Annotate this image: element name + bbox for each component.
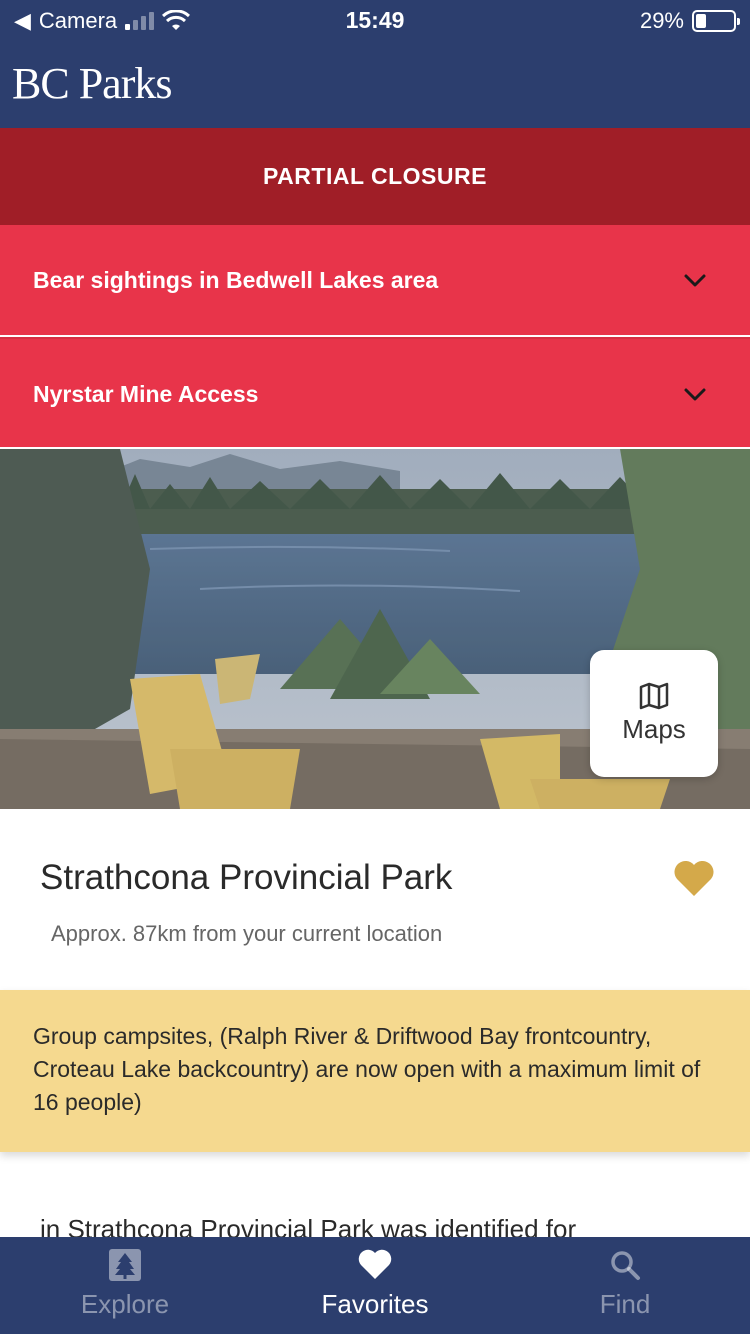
- chevron-down-icon: [684, 388, 706, 401]
- status-bar: ◀ Camera 15:49 29%: [0, 0, 750, 40]
- app-header: ◀ Camera 15:49 29% BC Parks: [0, 0, 750, 128]
- tab-favorites[interactable]: Favorites: [250, 1237, 500, 1334]
- maps-button[interactable]: Maps: [590, 650, 718, 777]
- status-time: 15:49: [345, 7, 405, 33]
- tab-find[interactable]: Find: [500, 1237, 750, 1334]
- chevron-down-icon: [684, 274, 706, 287]
- alert-label: Nyrstar Mine Access: [33, 381, 259, 407]
- closure-banner: PARTIAL CLOSURE: [0, 128, 750, 225]
- tab-explore[interactable]: Explore: [0, 1237, 250, 1334]
- tab-label: Find: [599, 1289, 651, 1319]
- alert-label: Bear sightings in Bedwell Lakes area: [33, 267, 439, 293]
- tree-icon: [109, 1249, 141, 1281]
- park-name: Strathcona Provincial Park: [40, 858, 453, 897]
- favorite-heart-icon[interactable]: [672, 858, 716, 898]
- park-distance: Approx. 87km from your current location: [51, 921, 443, 946]
- tab-label: Favorites: [321, 1289, 429, 1319]
- search-icon: [611, 1251, 640, 1280]
- alert-row-mine-access[interactable]: Nyrstar Mine Access: [0, 337, 750, 447]
- map-icon: [639, 682, 669, 710]
- notice-text: Group campsites, (Ralph River & Driftwoo…: [33, 1023, 701, 1115]
- alert-row-bear-sightings[interactable]: Bear sightings in Bedwell Lakes area: [0, 225, 750, 335]
- bc-parks-logo[interactable]: BC Parks: [12, 58, 172, 109]
- status-right: 29%: [639, 8, 740, 34]
- heart-icon: [358, 1249, 392, 1279]
- battery-icon: [692, 10, 740, 32]
- maps-label: Maps: [622, 714, 686, 744]
- park-notice: Group campsites, (Ralph River & Driftwoo…: [0, 990, 750, 1152]
- tab-label: Explore: [80, 1289, 170, 1319]
- bottom-tab-bar: Explore Favorites Find: [0, 1237, 750, 1334]
- battery-percent: 29%: [639, 8, 684, 33]
